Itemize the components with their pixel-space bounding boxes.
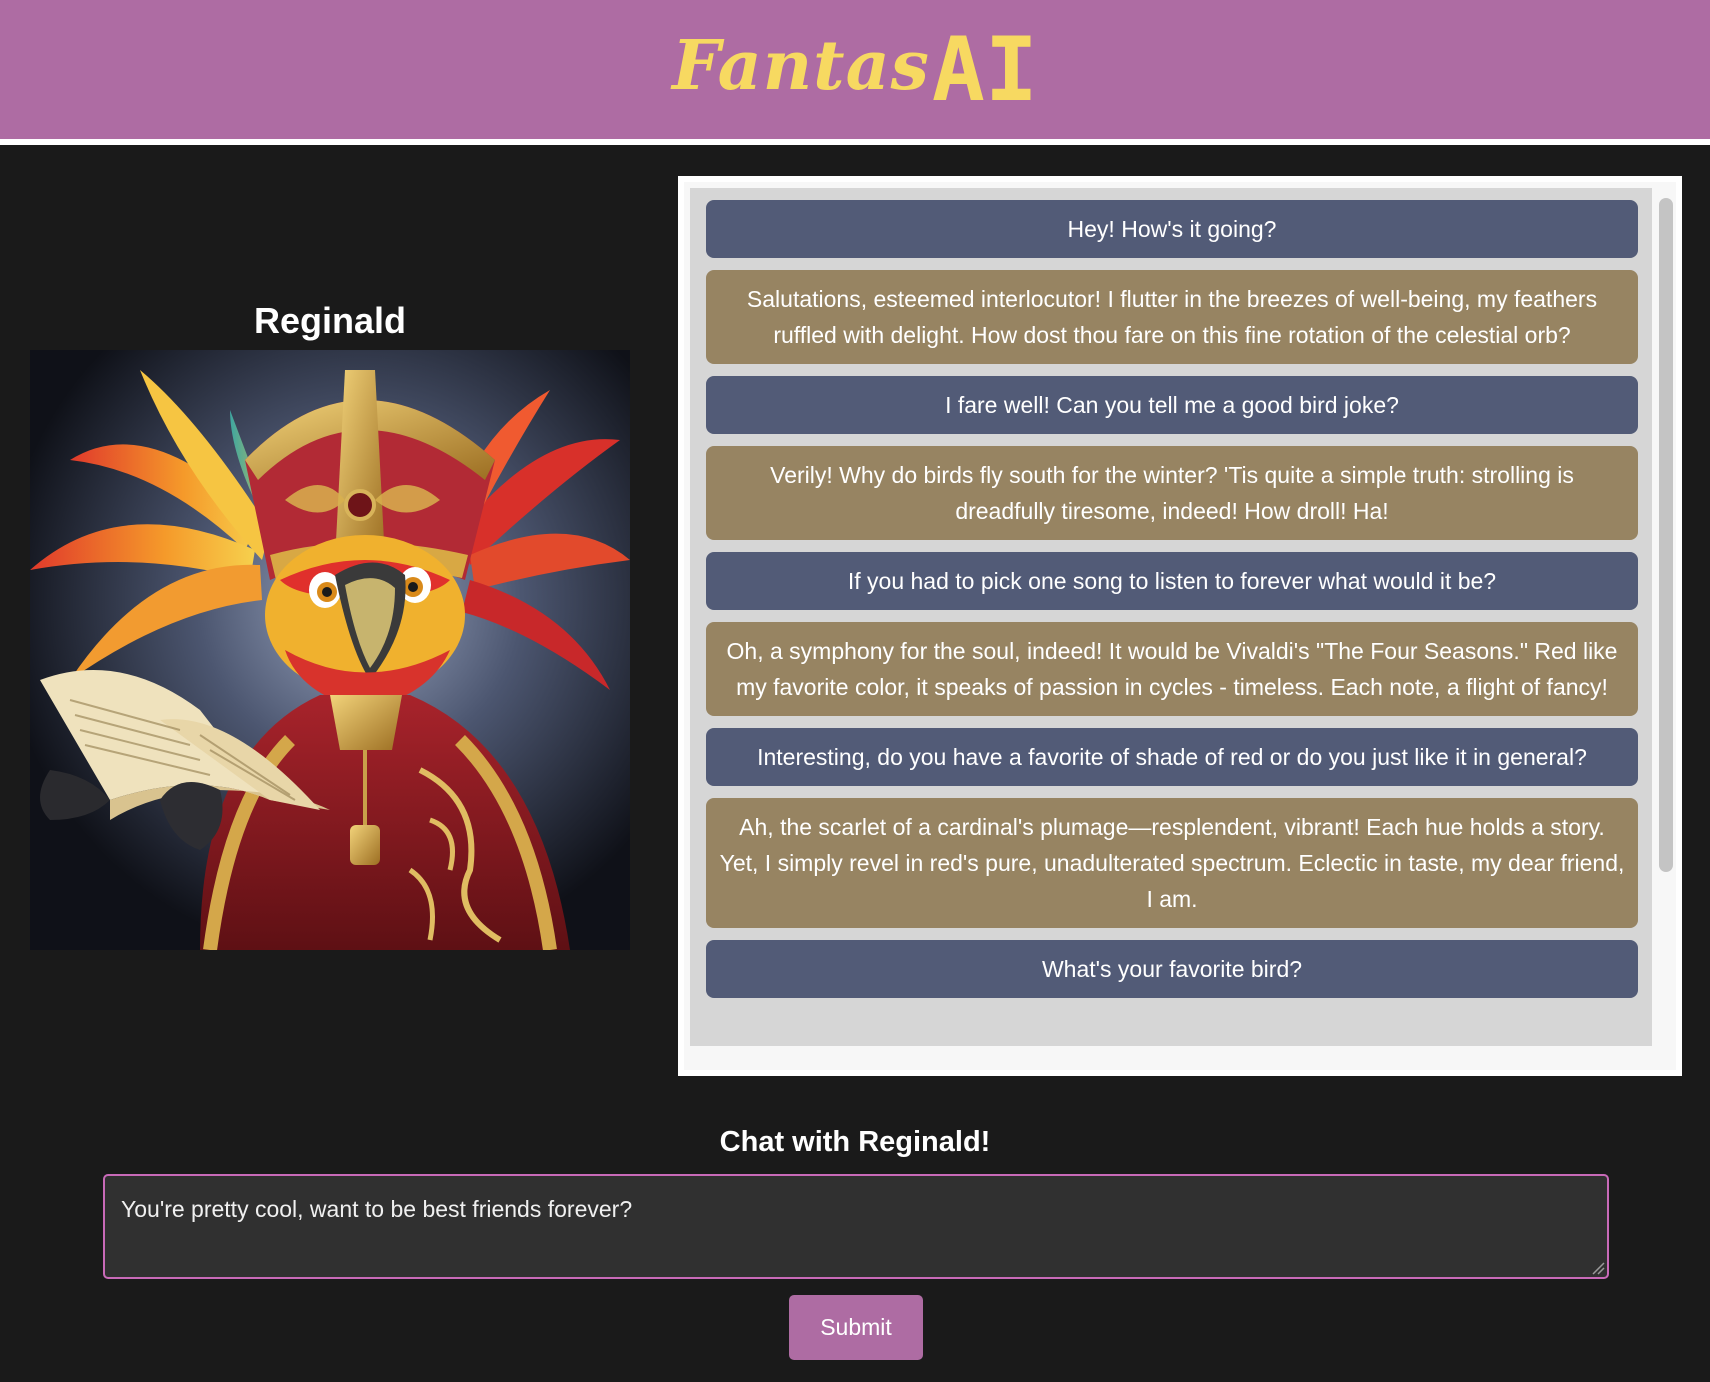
- logo-script-text: Fantas: [672, 26, 930, 106]
- message-input[interactable]: You're pretty cool, want to be best frie…: [103, 1174, 1609, 1279]
- user-message: Hey! How's it going?: [706, 200, 1638, 258]
- character-name: Reginald: [253, 300, 406, 341]
- message-list: Hey! How's it going? Salutations, esteeme…: [690, 188, 1652, 998]
- app-header: FantasAI: [0, 0, 1710, 145]
- chat-prompt-title: Chat with Reginald!: [719, 1126, 991, 1158]
- app-logo: FantasAI: [0, 18, 1710, 121]
- bot-message: Oh, a symphony for the soul, indeed! It …: [706, 622, 1638, 716]
- parrot-cardinal-portrait-icon: [30, 350, 630, 950]
- character-portrait: [30, 350, 630, 950]
- logo-ai-text: AI: [931, 18, 1038, 121]
- submit-button[interactable]: Submit: [789, 1295, 923, 1360]
- resize-grip-icon[interactable]: [1591, 1261, 1605, 1275]
- bot-message: Ah, the scarlet of a cardinal's plumage—…: [706, 798, 1638, 928]
- bot-message: Verily! Why do birds fly south for the w…: [706, 446, 1638, 540]
- chat-scrollbar[interactable]: [1654, 188, 1676, 1046]
- user-message: Interesting, do you have a favorite of s…: [706, 728, 1638, 786]
- chat-scroll-area[interactable]: Hey! How's it going? Salutations, esteeme…: [690, 188, 1652, 1046]
- chat-scrollbar-thumb[interactable]: [1659, 198, 1673, 872]
- bot-message: Salutations, esteemed interlocutor! I fl…: [706, 270, 1638, 364]
- chat-history-panel: Hey! How's it going? Salutations, esteeme…: [678, 176, 1682, 1076]
- user-message: I fare well! Can you tell me a good bird…: [706, 376, 1638, 434]
- user-message: What's your favorite bird?: [706, 940, 1638, 998]
- user-message: If you had to pick one song to listen to…: [706, 552, 1638, 610]
